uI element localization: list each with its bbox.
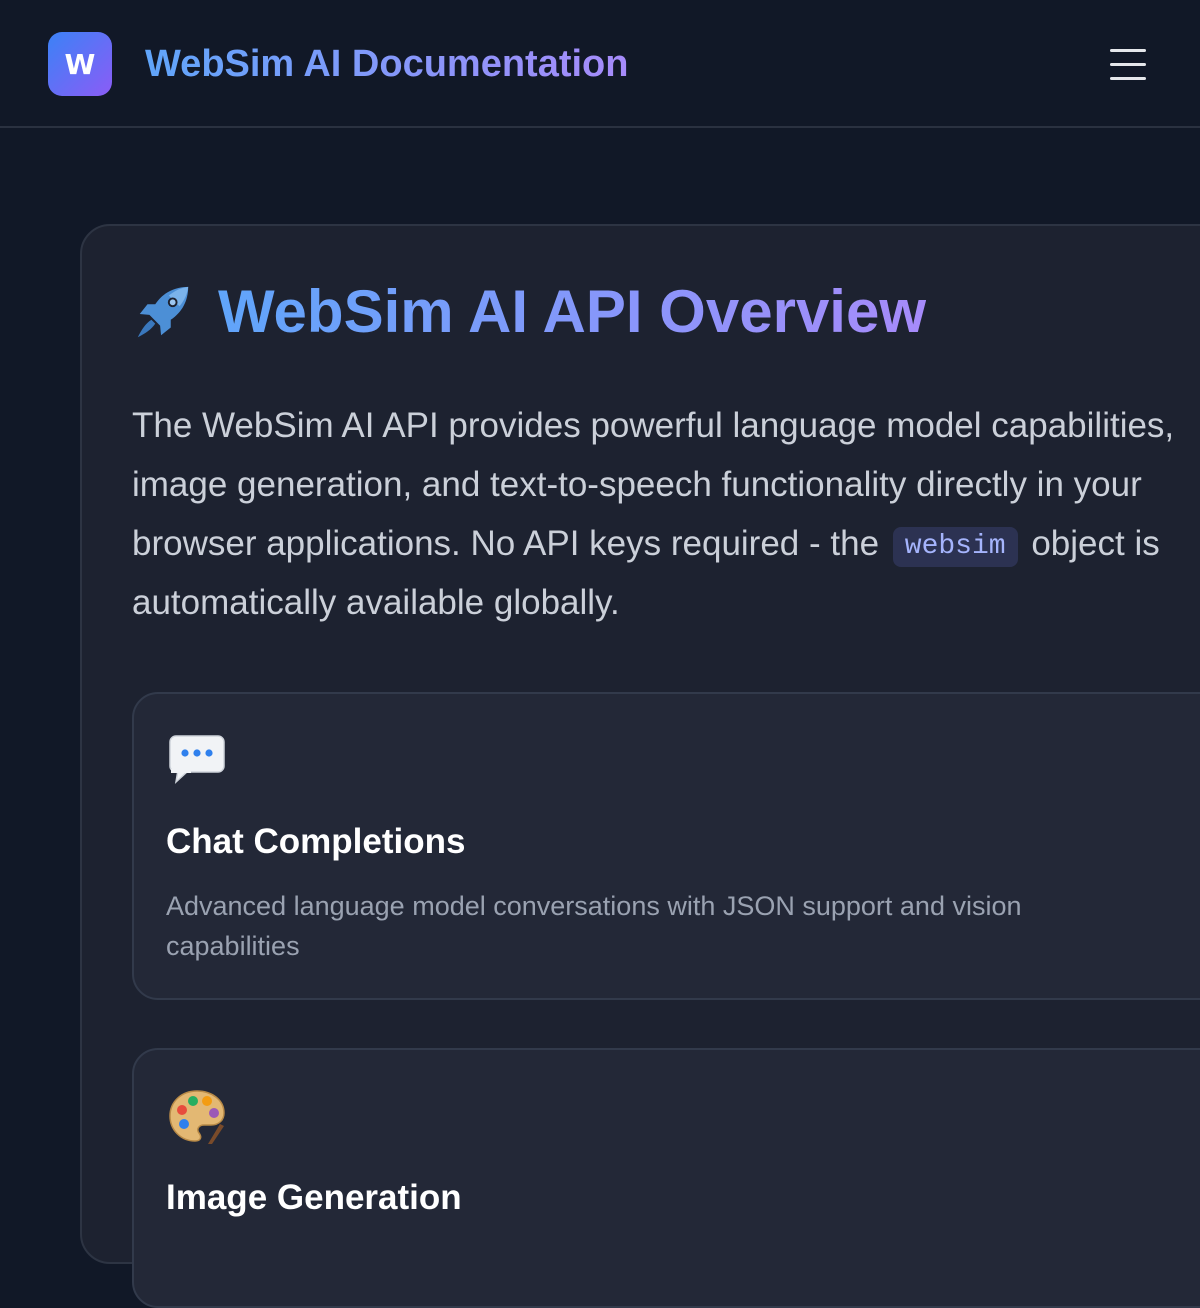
- top-header: W WebSim AI Documentation: [0, 0, 1200, 128]
- rocket-icon: [137, 286, 189, 338]
- logo-letter: W: [64, 47, 96, 81]
- hamburger-menu-icon[interactable]: [1100, 40, 1156, 88]
- app-title[interactable]: WebSim AI Documentation: [145, 40, 628, 88]
- feature-title: Image Generation: [166, 1178, 462, 1217]
- websim-code-chip: websim: [892, 527, 1018, 567]
- feature-card-image-generation[interactable]: Image Generation: [132, 1048, 1200, 1308]
- app-logo[interactable]: W: [48, 32, 112, 96]
- overview-section: WebSim AI API Overview The WebSim AI API…: [80, 224, 1200, 1308]
- feature-title: Chat Completions: [166, 822, 466, 861]
- section-title: WebSim AI API Overview: [218, 276, 926, 348]
- palette-icon: [169, 1090, 225, 1144]
- feature-description: Advanced language model conversations wi…: [166, 891, 1022, 961]
- intro-paragraph: The WebSim AI API provides powerful lang…: [132, 396, 1200, 632]
- feature-card-chat-completions[interactable]: Chat Completions Advanced language model…: [132, 692, 1200, 1000]
- intro-text-before: The WebSim AI API provides powerful lang…: [132, 406, 1175, 563]
- section-heading: WebSim AI API Overview: [132, 276, 926, 348]
- speech-bubble-icon: [169, 735, 225, 785]
